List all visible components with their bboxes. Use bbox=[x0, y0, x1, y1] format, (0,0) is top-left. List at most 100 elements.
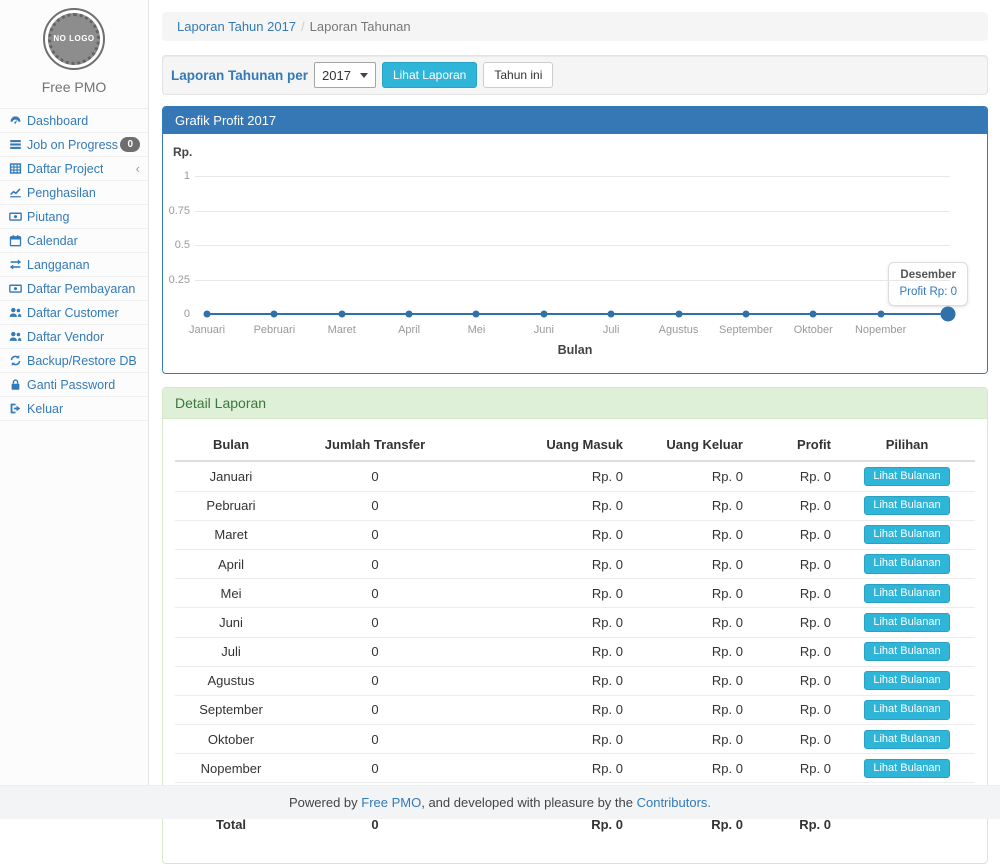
data-point-agustus[interactable] bbox=[675, 311, 682, 318]
contributors-link[interactable]: Contributors. bbox=[637, 795, 711, 810]
this-year-button[interactable]: Tahun ini bbox=[483, 62, 553, 88]
view-monthly-button[interactable]: Lihat Bulanan bbox=[864, 496, 949, 515]
sidebar-item-langganan[interactable]: Langganan bbox=[0, 253, 148, 277]
x-tick-label: Nopember bbox=[841, 324, 921, 336]
cell-bulan: April bbox=[175, 549, 287, 578]
sidebar-item-label: Job on Progress bbox=[27, 138, 118, 152]
sidebar-item-label: Keluar bbox=[27, 402, 63, 416]
money-icon bbox=[8, 282, 23, 295]
table-header-row: Bulan Jumlah Transfer Uang Masuk Uang Ke… bbox=[175, 429, 975, 461]
cell-bulan: Agustus bbox=[175, 666, 287, 695]
col-header-profit: Profit bbox=[751, 429, 839, 461]
data-point-september[interactable] bbox=[742, 311, 749, 318]
year-select[interactable]: 2017 bbox=[314, 62, 376, 88]
breadcrumb-link[interactable]: Laporan Tahun 2017 bbox=[177, 19, 296, 34]
cell-bulan: Juni bbox=[175, 608, 287, 637]
sidebar-item-daftar-project[interactable]: Daftar Project‹ bbox=[0, 157, 148, 181]
cell-masuk: Rp. 0 bbox=[463, 725, 631, 754]
year-select-value: 2017 bbox=[322, 68, 351, 83]
cell-masuk: Rp. 0 bbox=[463, 579, 631, 608]
sidebar-item-backup-restore-db[interactable]: Backup/Restore DB bbox=[0, 349, 148, 373]
data-point-oktober[interactable] bbox=[810, 311, 817, 318]
app-logo: NO LOGO bbox=[43, 8, 105, 70]
sidebar-item-label: Dashboard bbox=[27, 114, 88, 128]
sidebar-item-penghasilan[interactable]: Penghasilan bbox=[0, 181, 148, 205]
view-monthly-button[interactable]: Lihat Bulanan bbox=[864, 525, 949, 544]
data-point-juli[interactable] bbox=[608, 311, 615, 318]
cell-keluar: Rp. 0 bbox=[631, 549, 751, 578]
cell-pilihan: Lihat Bulanan bbox=[839, 754, 975, 783]
view-monthly-button[interactable]: Lihat Bulanan bbox=[864, 613, 949, 632]
view-monthly-button[interactable]: Lihat Bulanan bbox=[864, 730, 949, 749]
view-monthly-button[interactable]: Lihat Bulanan bbox=[864, 671, 949, 690]
sidebar-item-ganti-password[interactable]: Ganti Password bbox=[0, 373, 148, 397]
sidebar-item-piutang[interactable]: Piutang bbox=[0, 205, 148, 229]
view-monthly-button[interactable]: Lihat Bulanan bbox=[864, 642, 949, 661]
cell-transfer: 0 bbox=[287, 666, 463, 695]
sidebar-item-label: Langganan bbox=[27, 258, 90, 272]
view-monthly-button[interactable]: Lihat Bulanan bbox=[864, 700, 949, 719]
cell-profit: Rp. 0 bbox=[751, 579, 839, 608]
y-tick-label: 0 bbox=[163, 308, 190, 320]
cell-transfer: 0 bbox=[287, 608, 463, 637]
chart-panel-title: Grafik Profit 2017 bbox=[163, 107, 987, 134]
data-point-januari[interactable] bbox=[204, 311, 211, 318]
data-point-pebruari[interactable] bbox=[271, 311, 278, 318]
cell-transfer: 0 bbox=[287, 637, 463, 666]
view-monthly-button[interactable]: Lihat Bulanan bbox=[864, 759, 949, 778]
sidebar-item-label: Daftar Vendor bbox=[27, 330, 104, 344]
data-point-maret[interactable] bbox=[338, 311, 345, 318]
filter-label: Laporan Tahunan per bbox=[171, 68, 308, 83]
table-icon bbox=[8, 162, 23, 175]
sidebar-item-calendar[interactable]: Calendar bbox=[0, 229, 148, 253]
cell-pilihan: Lihat Bulanan bbox=[839, 520, 975, 549]
view-report-button[interactable]: Lihat Laporan bbox=[382, 62, 477, 88]
sidebar-item-keluar[interactable]: Keluar bbox=[0, 397, 148, 421]
sidebar-menu: Dashboard Job on Progress0Daftar Project‹… bbox=[0, 108, 148, 421]
table-row: September0Rp. 0Rp. 0Rp. 0Lihat Bulanan bbox=[175, 695, 975, 724]
data-point-mei[interactable] bbox=[473, 311, 480, 318]
sidebar-item-job-on-progress[interactable]: Job on Progress0 bbox=[0, 133, 148, 157]
cell-profit: Rp. 0 bbox=[751, 637, 839, 666]
caret-down-icon bbox=[360, 73, 368, 78]
data-point-desember[interactable] bbox=[941, 307, 956, 322]
sidebar-item-daftar-customer[interactable]: Daftar Customer bbox=[0, 301, 148, 325]
data-point-april[interactable] bbox=[406, 311, 413, 318]
y-axis-title: Rp. bbox=[173, 145, 192, 159]
lock-icon bbox=[8, 378, 23, 391]
detail-table-body: Januari0Rp. 0Rp. 0Rp. 0Lihat BulananPebr… bbox=[175, 461, 975, 812]
cell-profit: Rp. 0 bbox=[751, 695, 839, 724]
cell-pilihan: Lihat Bulanan bbox=[839, 725, 975, 754]
cell-keluar: Rp. 0 bbox=[631, 491, 751, 520]
detail-panel-title: Detail Laporan bbox=[163, 388, 987, 419]
cell-keluar: Rp. 0 bbox=[631, 637, 751, 666]
brand-name: Free PMO bbox=[0, 79, 148, 95]
free-pmo-link[interactable]: Free PMO bbox=[361, 795, 421, 810]
view-monthly-button[interactable]: Lihat Bulanan bbox=[864, 467, 949, 486]
sidebar-item-label: Penghasilan bbox=[27, 186, 96, 200]
cell-transfer: 0 bbox=[287, 725, 463, 754]
chart-plot: Rp. Bulan Desember Profit Rp: 0 00.250.5… bbox=[163, 134, 987, 373]
gridline bbox=[195, 280, 950, 281]
cell-masuk: Rp. 0 bbox=[463, 491, 631, 520]
breadcrumb-separator: / bbox=[301, 19, 305, 34]
refresh-icon bbox=[8, 354, 23, 367]
dashboard-icon bbox=[8, 114, 23, 127]
sidebar-item-label: Daftar Pembayaran bbox=[27, 282, 135, 296]
table-row: Juni0Rp. 0Rp. 0Rp. 0Lihat Bulanan bbox=[175, 608, 975, 637]
sidebar-item-dashboard[interactable]: Dashboard bbox=[0, 109, 148, 133]
cell-masuk: Rp. 0 bbox=[463, 608, 631, 637]
tooltip-value: Profit Rp: 0 bbox=[899, 286, 957, 298]
cell-masuk: Rp. 0 bbox=[463, 520, 631, 549]
view-monthly-button[interactable]: Lihat Bulanan bbox=[864, 554, 949, 573]
view-monthly-button[interactable]: Lihat Bulanan bbox=[864, 584, 949, 603]
data-point-nopember[interactable] bbox=[877, 311, 884, 318]
cell-bulan: September bbox=[175, 695, 287, 724]
data-point-juni[interactable] bbox=[540, 311, 547, 318]
col-header-transfer: Jumlah Transfer bbox=[287, 429, 463, 461]
cell-keluar: Rp. 0 bbox=[631, 666, 751, 695]
sidebar-item-daftar-vendor[interactable]: Daftar Vendor bbox=[0, 325, 148, 349]
sidebar-item-daftar-pembayaran[interactable]: Daftar Pembayaran bbox=[0, 277, 148, 301]
cell-profit: Rp. 0 bbox=[751, 520, 839, 549]
report-filter-bar: Laporan Tahunan per 2017 Lihat Laporan T… bbox=[162, 55, 988, 95]
